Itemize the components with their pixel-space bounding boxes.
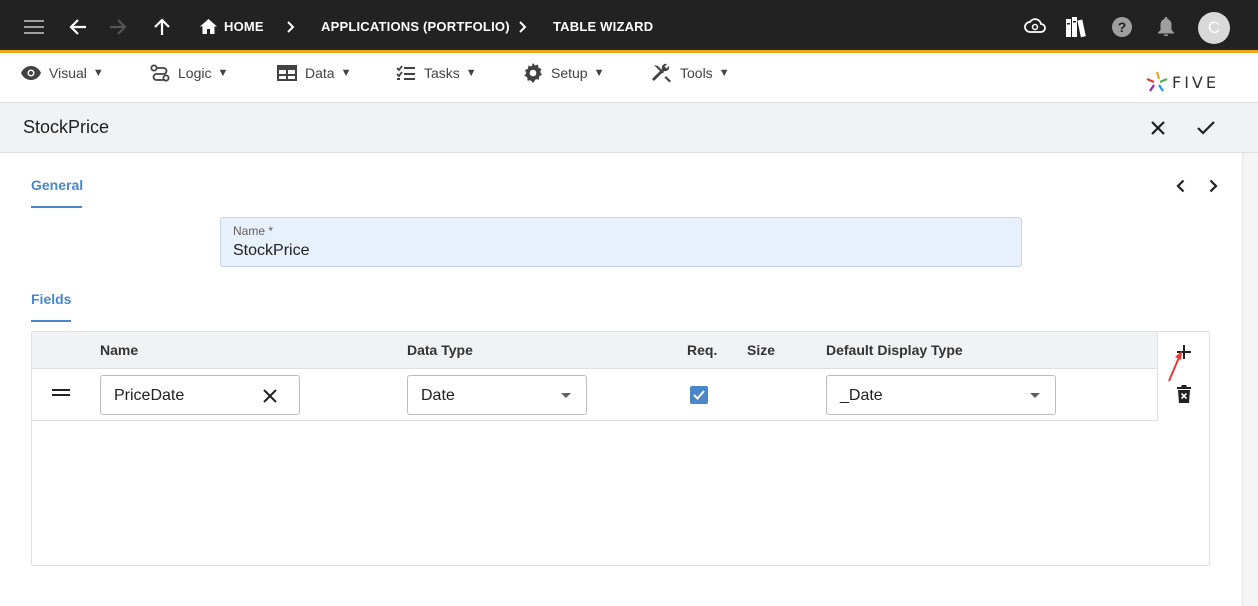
up-arrow-icon[interactable] bbox=[150, 0, 174, 53]
save-button[interactable] bbox=[1194, 116, 1218, 140]
library-books-icon[interactable] bbox=[1064, 0, 1090, 53]
chevron-right-icon bbox=[1209, 179, 1218, 193]
column-header-data-type: Data Type bbox=[407, 342, 473, 358]
table-header: Name Data Type Req. Size Default Display… bbox=[32, 332, 1157, 369]
check-icon bbox=[1197, 121, 1215, 135]
close-icon bbox=[1151, 121, 1165, 135]
column-header-size: Size bbox=[747, 342, 776, 358]
five-logo: FIVE bbox=[1146, 71, 1219, 93]
menu-logic-label: Logic bbox=[178, 65, 212, 81]
menu-visual-label: Visual bbox=[49, 65, 87, 81]
close-icon bbox=[263, 389, 277, 403]
hamburger-menu-icon[interactable] bbox=[22, 0, 46, 53]
fields-section-title: Fields bbox=[31, 291, 72, 307]
menu-tools-label: Tools bbox=[680, 65, 713, 81]
dropdown-arrow-icon bbox=[1030, 393, 1040, 398]
menu-setup[interactable]: Setup ▼ bbox=[523, 63, 604, 83]
column-header-name: Name bbox=[100, 342, 139, 358]
menu-setup-label: Setup bbox=[551, 65, 588, 81]
logo-text: FIVE bbox=[1172, 72, 1219, 92]
trash-icon bbox=[1177, 385, 1191, 403]
gear-icon bbox=[524, 63, 542, 83]
checklist-icon bbox=[396, 65, 415, 80]
previous-page-button[interactable] bbox=[1170, 176, 1190, 196]
notification-bell-icon[interactable] bbox=[1155, 0, 1177, 53]
clear-input-button[interactable] bbox=[261, 387, 279, 405]
top-app-bar: HOME APPLICATIONS (PORTFOLIO) TABLE WIZA… bbox=[0, 0, 1258, 53]
form-header: StockPrice bbox=[0, 103, 1258, 153]
data-type-value: Date bbox=[421, 387, 455, 404]
svg-text:?: ? bbox=[1118, 19, 1127, 35]
name-field-value[interactable]: StockPrice bbox=[233, 242, 309, 260]
data-type-select[interactable]: Date bbox=[407, 375, 587, 415]
chevron-right-icon bbox=[284, 0, 298, 53]
eye-icon bbox=[21, 66, 41, 80]
menu-logic[interactable]: Logic ▼ bbox=[150, 63, 228, 83]
wrench-screwdriver-icon bbox=[652, 63, 671, 83]
next-page-button[interactable] bbox=[1203, 176, 1223, 196]
display-type-value: _Date bbox=[840, 387, 883, 404]
dropdown-arrow-icon bbox=[561, 393, 571, 398]
menu-data[interactable]: Data ▼ bbox=[277, 63, 351, 83]
breadcrumb-table-wizard: TABLE WIZARD bbox=[553, 19, 654, 34]
chevron-left-icon bbox=[1175, 179, 1184, 193]
user-avatar[interactable]: C bbox=[1198, 12, 1230, 44]
back-arrow-icon[interactable] bbox=[66, 0, 90, 53]
menu-tools[interactable]: Tools ▼ bbox=[652, 63, 730, 83]
table-grid-icon bbox=[277, 65, 297, 81]
display-type-select[interactable]: _Date bbox=[826, 375, 1056, 415]
form-title: StockPrice bbox=[23, 117, 110, 137]
form-content: General Name * StockPrice Fields Name Da… bbox=[0, 153, 1242, 606]
required-checkbox[interactable] bbox=[690, 386, 708, 404]
drag-handle-icon[interactable] bbox=[52, 389, 70, 401]
tab-general-indicator bbox=[31, 206, 82, 208]
annotation-arrow-icon bbox=[1168, 351, 1182, 382]
name-field[interactable]: Name * StockPrice bbox=[220, 217, 1022, 267]
column-header-display-type: Default Display Type bbox=[826, 342, 963, 358]
field-name-value[interactable]: PriceDate bbox=[114, 387, 184, 405]
help-icon[interactable]: ? bbox=[1111, 0, 1133, 53]
menu-tasks[interactable]: Tasks ▼ bbox=[396, 63, 477, 83]
chevron-right-icon bbox=[516, 0, 530, 53]
cloud-sync-icon[interactable] bbox=[1023, 0, 1047, 53]
vertical-scrollbar[interactable] bbox=[1242, 153, 1258, 606]
breadcrumb-home[interactable]: HOME bbox=[224, 0, 264, 53]
five-star-logo-icon bbox=[1146, 71, 1168, 92]
column-header-required: Req. bbox=[687, 342, 718, 358]
main-menu-bar: Visual ▼ Logic ▼ Data ▼ Tasks ▼ Setup ▼ Tools… bbox=[0, 53, 1258, 103]
delete-field-button[interactable] bbox=[1176, 384, 1192, 404]
cancel-button[interactable] bbox=[1146, 116, 1170, 140]
menu-data-label: Data bbox=[305, 65, 335, 81]
logic-flow-icon bbox=[150, 64, 170, 82]
menu-tasks-label: Tasks bbox=[424, 65, 460, 81]
home-icon[interactable] bbox=[199, 0, 217, 53]
tab-general[interactable]: General bbox=[31, 177, 83, 193]
check-icon bbox=[693, 390, 705, 400]
fields-section-indicator bbox=[31, 320, 71, 322]
menu-visual[interactable]: Visual ▼ bbox=[21, 63, 104, 83]
table-row: PriceDate Date _Date bbox=[32, 369, 1157, 421]
name-field-label: Name * bbox=[233, 224, 274, 238]
forward-arrow-icon[interactable] bbox=[106, 0, 130, 53]
fields-table: Name Data Type Req. Size Default Display… bbox=[31, 331, 1210, 566]
breadcrumb-applications[interactable]: APPLICATIONS (PORTFOLIO) bbox=[321, 0, 510, 53]
field-name-input[interactable]: PriceDate bbox=[100, 375, 300, 415]
